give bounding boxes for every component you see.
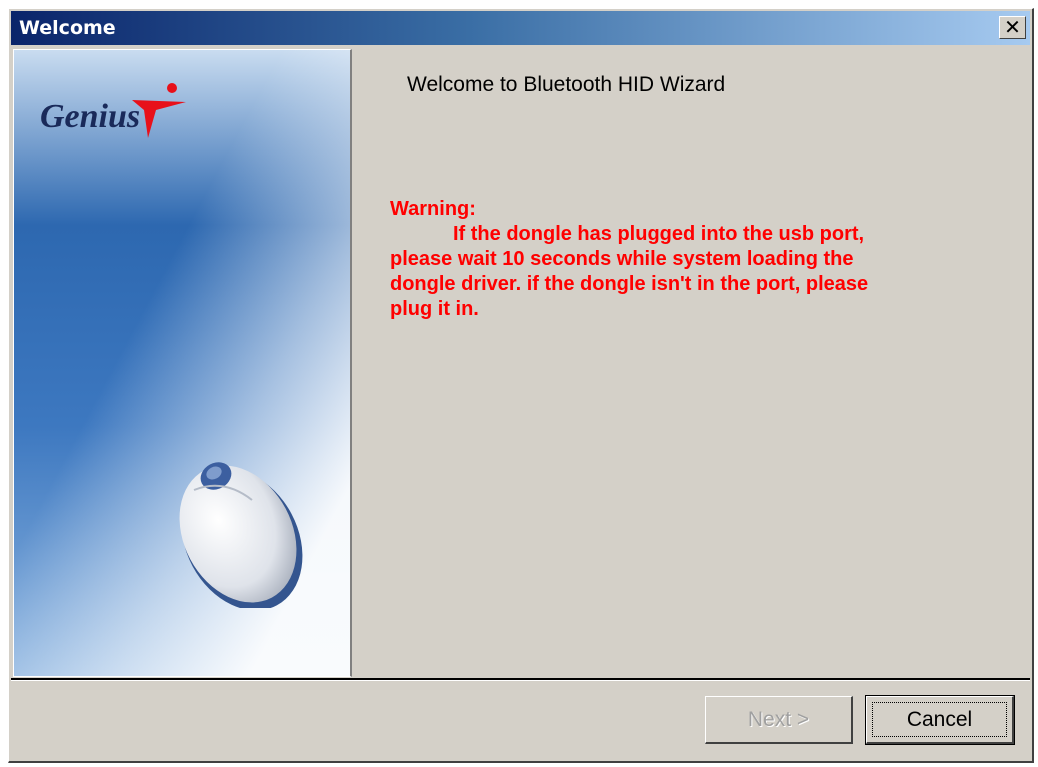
wizard-heading: Welcome to Bluetooth HID Wizard [407,73,726,96]
next-button[interactable]: Next > [705,696,853,744]
close-button[interactable]: ✕ [999,15,1026,39]
logo-figure-icon [132,83,186,138]
mouse-image [179,462,303,608]
warning-label: Warning: [390,198,476,220]
footer-divider [11,678,1030,681]
title-bar[interactable]: Welcome ✕ [11,11,1030,45]
wizard-content: Welcome to Bluetooth HID Wizard Warning:… [355,49,1028,677]
cancel-button-label: Cancel [906,707,973,731]
cancel-button[interactable]: Cancel [865,695,1015,745]
genius-logo: Genius [40,80,190,140]
warning-message: Warning: If the dongle has plugged into … [390,197,990,322]
warning-line: dongle driver. if the dongle isn't in th… [390,273,869,295]
warning-line: If the dongle has plugged into the usb p… [453,223,865,245]
window-title: Welcome [19,17,116,39]
warning-line: plug it in. [390,298,479,320]
close-icon: ✕ [1004,15,1021,39]
next-button-label: Next > [747,707,810,731]
wizard-window: Welcome ✕ Genius Welcome to Bluetooth HI… [8,8,1034,763]
warning-line: please wait 10 seconds while system load… [390,248,854,270]
side-banner: Genius [13,49,352,677]
